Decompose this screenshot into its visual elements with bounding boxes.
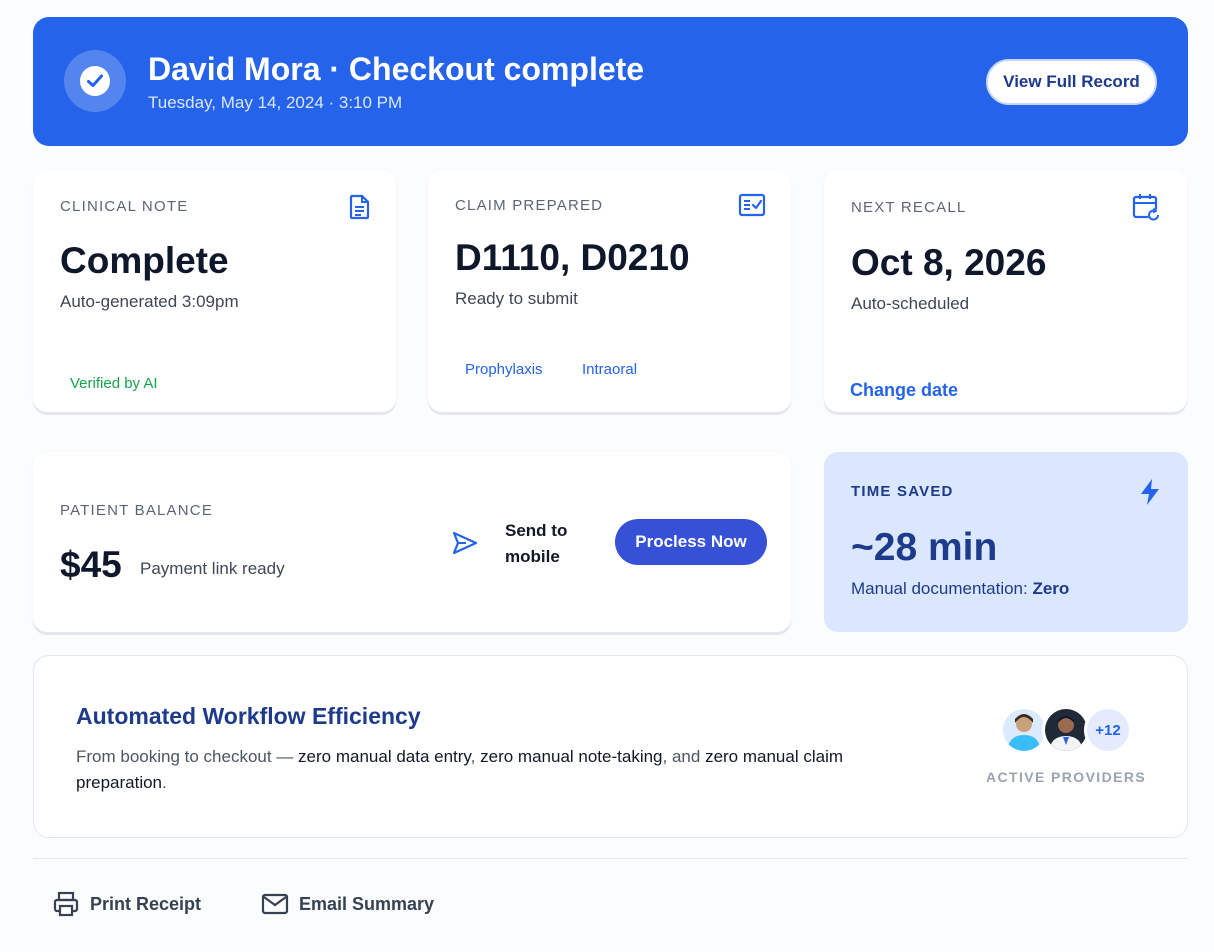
clinical-note-status: Complete bbox=[60, 240, 229, 281]
recall-sub: Auto-scheduled bbox=[851, 294, 970, 313]
calendar-refresh-icon bbox=[1131, 192, 1163, 229]
time-saved-value: ~28 min bbox=[851, 526, 998, 569]
recall-date: Oct 8, 2026 bbox=[851, 242, 1047, 283]
check-circle-icon bbox=[64, 50, 126, 112]
change-date-link[interactable]: Change date bbox=[850, 380, 958, 401]
clinical-note-label: CLINICAL NOTE bbox=[60, 198, 189, 215]
more-providers-badge[interactable]: +12 bbox=[1084, 706, 1132, 754]
print-receipt-label: Print Receipt bbox=[90, 893, 202, 914]
checkout-datetime: Tuesday, May 14, 2024 · 3:10 PM bbox=[148, 93, 403, 112]
printer-icon bbox=[53, 891, 79, 917]
footer-divider bbox=[33, 858, 1188, 859]
print-receipt-button[interactable]: Print Receipt bbox=[52, 888, 201, 920]
clinical-note-card: CLINICAL NOTE Complete Auto-generated 3:… bbox=[33, 170, 396, 412]
email-summary-label: Email Summary bbox=[299, 893, 435, 914]
tag-intraoral[interactable]: Intraoral bbox=[582, 361, 637, 378]
avatar bbox=[1042, 706, 1090, 754]
process-now-button[interactable]: Procless Now bbox=[615, 519, 767, 565]
view-full-record-button[interactable]: View Full Record bbox=[986, 59, 1157, 105]
lightning-icon bbox=[1139, 478, 1161, 511]
workflow-description: From booking to checkout — zero manual d… bbox=[76, 747, 844, 792]
email-summary-button[interactable]: Email Summary bbox=[261, 888, 434, 920]
active-providers-label: ACTIVE PROVIDERS bbox=[986, 769, 1147, 785]
balance-label: PATIENT BALANCE bbox=[60, 502, 214, 519]
recall-label: NEXT RECALL bbox=[851, 199, 967, 216]
time-saved-card: TIME SAVED ~28 min Manual documentation:… bbox=[824, 452, 1188, 632]
clinical-note-sub: Auto-generated 3:09pm bbox=[60, 292, 239, 311]
checkout-header: David Mora · Checkout complete Tuesday, … bbox=[33, 17, 1188, 146]
mail-icon bbox=[261, 893, 289, 915]
send-to-mobile-label[interactable]: Send to mobile bbox=[505, 518, 595, 570]
claim-sub: Ready to submit bbox=[455, 289, 578, 308]
workflow-title: Automated Workflow Efficiency bbox=[76, 703, 421, 729]
payment-link-note: Payment link ready bbox=[140, 559, 285, 578]
document-icon bbox=[348, 194, 372, 225]
manual-documentation-note: Manual documentation: Zero bbox=[851, 579, 1070, 598]
checklist-icon bbox=[738, 193, 766, 222]
patient-balance-card: PATIENT BALANCE $45 Payment link ready S… bbox=[33, 452, 791, 632]
claim-card: CLAIM PREPARED D1110, D0210 Ready to sub… bbox=[428, 170, 791, 412]
recall-card: NEXT RECALL Oct 8, 2026 Auto-scheduled C… bbox=[824, 170, 1187, 412]
tag-prophylaxis[interactable]: Prophylaxis bbox=[465, 361, 543, 378]
balance-amount: $45 bbox=[60, 544, 122, 585]
manual-documentation-value: Zero bbox=[1032, 579, 1070, 598]
workflow-efficiency-card: Automated Workflow Efficiency From booki… bbox=[33, 655, 1188, 838]
send-icon[interactable] bbox=[452, 531, 478, 560]
provider-avatars: +12 bbox=[1000, 706, 1132, 754]
avatar bbox=[1000, 706, 1048, 754]
claim-codes: D1110, D0210 bbox=[455, 237, 690, 278]
verified-badge: Verified by AI bbox=[70, 375, 158, 392]
page-title: David Mora · Checkout complete bbox=[148, 51, 645, 87]
time-saved-label: TIME SAVED bbox=[851, 483, 954, 500]
claim-label: CLAIM PREPARED bbox=[455, 197, 604, 214]
